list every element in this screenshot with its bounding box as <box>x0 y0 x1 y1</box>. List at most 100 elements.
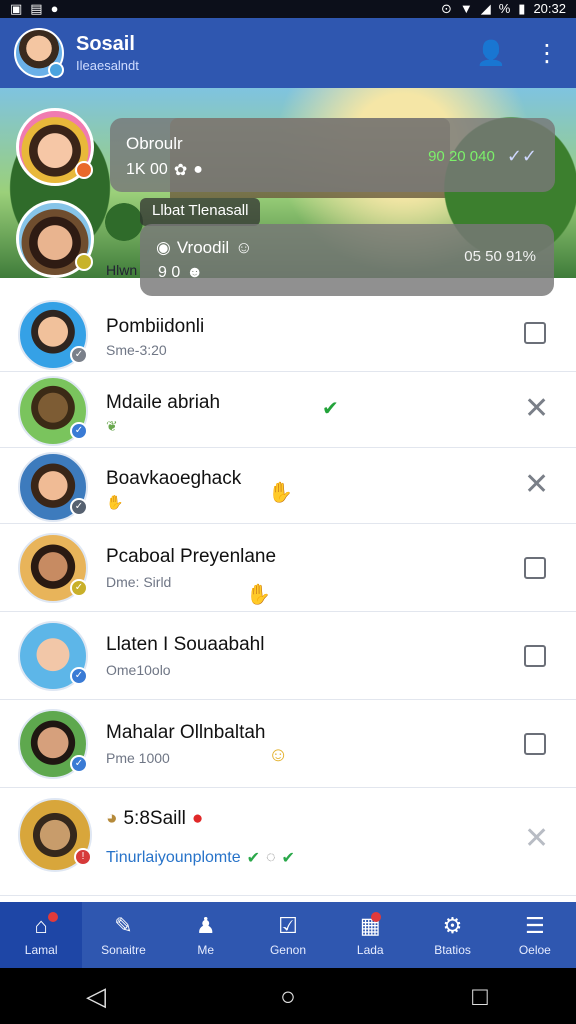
story-avatar-1[interactable] <box>16 108 94 186</box>
home-circle-icon[interactable]: ○ <box>268 981 308 1012</box>
wifi-icon: ▼ <box>459 1 473 16</box>
contact-name: Boavkaoeghack <box>106 468 242 489</box>
check-emoji-icon: ✔ <box>246 850 260 867</box>
contact-sub: Dme: Sirld <box>106 574 172 590</box>
avatar: ✓ <box>18 709 88 779</box>
nav-me[interactable]: ♟ Me <box>165 902 247 968</box>
home-icon: ⌂ <box>34 913 48 938</box>
select-checkbox[interactable] <box>524 322 546 344</box>
signal-icon: ◢ <box>480 1 491 16</box>
nav-label: Oeloe <box>518 943 551 957</box>
smile-emoji-icon: ☺ <box>268 744 289 766</box>
remove-dotted-icon[interactable]: ✕ <box>524 824 549 854</box>
profile-avatar[interactable] <box>14 28 64 78</box>
contact-sub: Pme 1000 <box>106 750 170 766</box>
alarm-icon: ⊙ <box>440 1 452 16</box>
bubble-sub: 9 0 ☻ <box>158 264 203 282</box>
list-item[interactable]: ✓ Llaten I Souaabahl Ome10olo <box>0 612 576 700</box>
avatar: ✓ <box>18 621 88 691</box>
gallery-icon: ▤ <box>30 1 43 16</box>
check-badge-icon: ✓ <box>70 755 88 773</box>
bubble-title: Obroulr <box>126 134 183 153</box>
battery-icon: ▮ <box>518 1 526 16</box>
list-item[interactable]: ✓ Mdaile abriah ❦ ✔ ✕ <box>0 372 576 448</box>
thumbs-up-icon: ✋ <box>268 482 293 504</box>
contact-name: Pcaboal Preyenlane <box>106 546 277 567</box>
settings-icon: ⚙ <box>442 913 463 938</box>
story-avatar-2[interactable] <box>16 200 94 278</box>
message-bubble-1[interactable]: Obroulr 1K 00 ✿ ● 90 20 040 ✓✓ <box>110 118 555 192</box>
thumbs-icon: ✋ <box>106 494 124 510</box>
status-badge-icon <box>75 161 93 179</box>
list-item[interactable]: ✓ Boavkaoeghack ✋ ✋ ✕ <box>0 448 576 524</box>
nav-settings[interactable]: ⚙ Btatios <box>411 902 493 968</box>
remove-icon[interactable]: ✕ <box>524 394 549 424</box>
contact-name: Mdaile abriah <box>106 392 221 413</box>
status-bar: ▣ ▤ ● ⊙ ▼ ◢ % ▮ 20:32 <box>0 0 576 18</box>
contact-sub: Ome10olo <box>106 662 171 678</box>
clap-icon: ✋ <box>246 584 271 606</box>
bubble-sub: 1K 00 ✿ ● <box>126 160 203 180</box>
list-item[interactable]: ! ◕ 5:8Saill ● Tinurlaiyounplomte ✔ ◌ ✔ … <box>0 788 576 896</box>
sprout-icon: ❦ <box>106 418 118 434</box>
error-badge-icon: ! <box>74 848 92 866</box>
contact-sub[interactable]: Tinurlaiyounplomte <box>106 849 241 867</box>
bubble-title-text: Vroodil <box>176 238 230 257</box>
select-checkbox[interactable] <box>524 733 546 755</box>
remove-icon[interactable]: ✕ <box>524 470 549 500</box>
avatar: ✓ <box>18 452 88 522</box>
partial-name: Hlwn <box>106 262 138 278</box>
add-contact-icon[interactable]: 👤 <box>476 39 506 68</box>
list-item[interactable]: ✓ Pombiidonli Sme-3:20 <box>0 296 576 372</box>
app-title: Sosail <box>76 33 135 55</box>
bubble-meta: 90 20 040 ✓✓ <box>428 146 537 167</box>
contact-list: ✓ Pombiidonli Sme-3:20 ✓ Mdaile abriah ❦… <box>0 296 576 972</box>
bubble-meta-text: 90 20 040 <box>428 148 495 165</box>
clock: 20:32 <box>533 1 566 16</box>
nav-compose[interactable]: ✎ Sonaitre <box>82 902 164 968</box>
contact-name: Pombiidonli <box>106 316 205 337</box>
notification-icon: ▣ <box>10 1 23 16</box>
bubble-sub-text: 1K 00 <box>126 161 168 178</box>
check-badge-icon: ✓ <box>70 498 88 516</box>
avatar: ✓ <box>18 376 88 446</box>
contact-name: Llaten I Souaabahl <box>106 634 265 655</box>
nav-calendar[interactable]: ▦ Lada <box>329 902 411 968</box>
banner-tag: Llbat Tlenasall <box>140 198 261 226</box>
online-badge-icon <box>48 62 64 78</box>
nav-home[interactable]: ⌂ Lamal <box>0 902 83 968</box>
circle-emoji-icon: ● <box>193 161 203 178</box>
back-icon[interactable]: ◁ <box>76 981 116 1012</box>
small-avatar-icon <box>104 198 144 246</box>
list-item[interactable]: ✓ Mahalar Ollnbaltah Pme 1000 ☺ <box>0 700 576 788</box>
nav-label: Me <box>197 943 215 957</box>
nav-check[interactable]: ☑ Genon <box>247 902 329 968</box>
angry-emoji-icon: ● <box>191 808 204 829</box>
bubble-sub-text: 9 0 <box>158 264 181 281</box>
message-bubble-2[interactable]: ◉ Vroodil ☺ 9 0 ☻ 05 50 91% <box>140 224 554 296</box>
check-badge-icon: ✓ <box>70 346 88 364</box>
nav-label: Genon <box>269 943 306 957</box>
avatar: ✓ <box>18 300 88 370</box>
select-checkbox[interactable] <box>524 557 546 579</box>
check-badge-icon: ✓ <box>70 579 88 597</box>
check-emoji-icon-2: ✔ <box>281 850 295 867</box>
recents-icon[interactable]: □ <box>460 981 500 1012</box>
contact-name-group: ◕ 5:8Saill ● <box>106 808 203 830</box>
contact-name: 5:8Saill <box>123 808 186 829</box>
avatar-mini-icon: ◉ <box>156 238 171 257</box>
camel-emoji-icon: ◕ <box>106 808 118 829</box>
list-item[interactable]: ✓ Pcaboal Preyenlane Dme: Sirld ✋ <box>0 524 576 612</box>
fire-icon: ✿ <box>173 162 188 179</box>
nav-label: Sonaitre <box>101 943 146 957</box>
select-checkbox[interactable] <box>524 645 546 667</box>
ring-emoji-icon: ◌ <box>266 849 276 866</box>
nav-menu[interactable]: ☰ Oeloe <box>494 902 576 968</box>
nav-label: Lada <box>356 943 384 957</box>
nav-label: Lamal <box>24 943 58 957</box>
more-options-icon[interactable]: ⋮ <box>532 39 562 68</box>
notification-dot <box>48 912 59 922</box>
check-box-icon: ☑ <box>278 913 298 938</box>
battery-percent: % <box>498 1 511 16</box>
green-check-icon: ✔ <box>322 398 339 420</box>
